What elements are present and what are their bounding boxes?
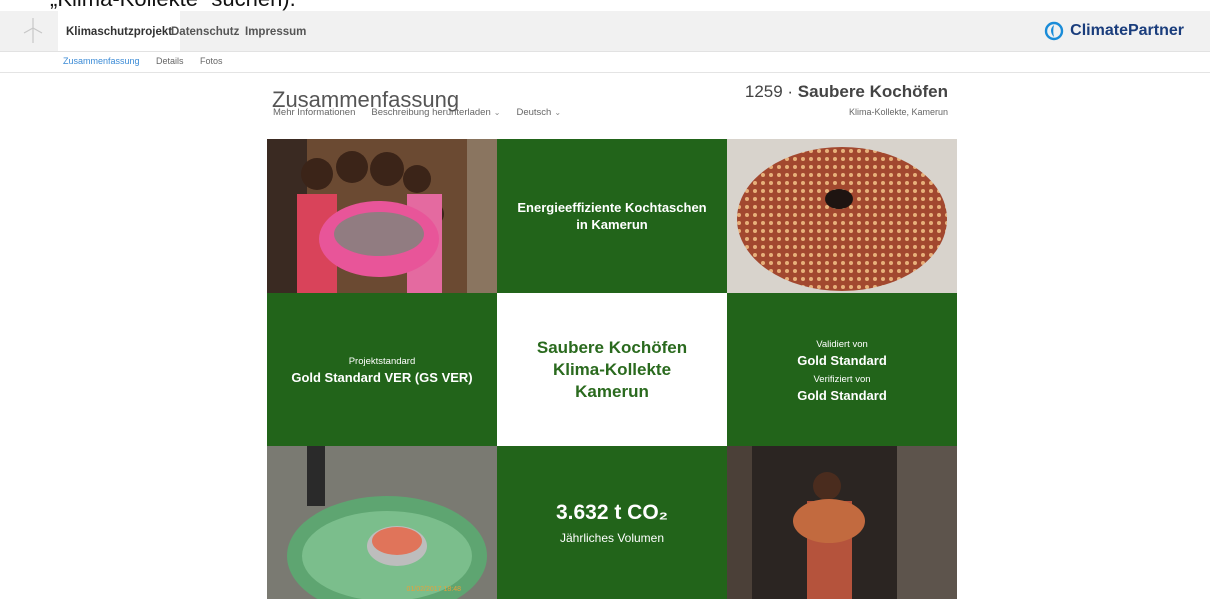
tab-datenschutz[interactable]: Datenschutz: [163, 11, 247, 51]
header-links: Mehr Informationen Beschreibung herunter…: [273, 107, 561, 118]
verified-value: Gold Standard: [797, 387, 887, 403]
subtab-fotos[interactable]: Fotos: [200, 56, 223, 66]
annual-volume-label: Jährliches Volumen: [559, 530, 665, 545]
photo-children-with-cooking-bag: [267, 139, 497, 293]
center-title-line2: Klima-Kollekte: [552, 359, 672, 379]
annual-volume-value: 3.632 t CO₂: [555, 500, 669, 524]
download-description-dropdown[interactable]: Beschreibung herunterladen ⌄: [371, 107, 500, 118]
photo-woman-with-cooking-bag: [727, 446, 957, 599]
download-description-label: Beschreibung herunterladen: [371, 107, 491, 118]
photo-cooking-pot: 01/02/2017 18:48: [267, 446, 497, 599]
brand-logo[interactable]: ClimatePartner: [1044, 19, 1184, 43]
language-dropdown[interactable]: Deutsch ⌄: [516, 107, 561, 118]
subtab-details[interactable]: Details: [156, 56, 184, 66]
photo-cooking-bag: [727, 139, 957, 293]
validated-label: Validiert von: [816, 338, 868, 350]
top-navigation-bar: Klimaschutzprojekt Datenschutz Impressum…: [0, 11, 1210, 52]
climatepartner-logo-icon: [1044, 21, 1064, 41]
project-name-tile: Saubere Kochöfen Klima-Kollekte Kamerun: [497, 293, 727, 446]
project-standard-tile: Projektstandard Gold Standard VER (GS VE…: [267, 293, 497, 446]
tab-klimaschutzprojekt[interactable]: Klimaschutzprojekt: [58, 11, 181, 51]
language-label: Deutsch: [516, 107, 552, 118]
sub-navigation-bar: Zusammenfassung Details Fotos: [0, 52, 1210, 73]
project-standard-label: Projektstandard: [348, 356, 416, 367]
wind-turbine-icon[interactable]: [20, 17, 46, 43]
chevron-down-icon: ⌄: [493, 108, 501, 117]
project-number: 1259 ·: [744, 82, 794, 101]
headline-tile: Energieeffiziente Kochtaschen in Kamerun: [497, 139, 727, 293]
project-name: Saubere Kochöfen: [797, 82, 948, 101]
verified-label: Verifiziert von: [813, 373, 871, 385]
project-tile-grid: Energieeffiziente Kochtaschen in Kamerun…: [267, 139, 957, 599]
center-title-line1: Saubere Kochöfen: [536, 337, 688, 357]
tab-impressum[interactable]: Impressum: [237, 11, 314, 51]
project-standard-value: Gold Standard VER (GS VER): [291, 370, 473, 385]
center-title-line3: Kamerun: [575, 381, 649, 401]
validation-tile: Validiert von Gold Standard Verifiziert …: [727, 293, 957, 446]
validated-value: Gold Standard: [797, 352, 887, 368]
annual-volume-tile: 3.632 t CO₂ Jährliches Volumen: [497, 446, 727, 599]
project-subtitle: Klima-Kollekte, Kamerun: [848, 107, 948, 117]
subtab-zusammenfassung[interactable]: Zusammenfassung: [63, 56, 140, 66]
headline-text: Energieeffiziente Kochtaschen in Kamerun: [517, 200, 707, 232]
brand-name: ClimatePartner: [1070, 22, 1184, 39]
chevron-down-icon: ⌄: [554, 108, 562, 117]
project-heading: 1259 · Saubere Kochöfen Klima-Kollekte, …: [745, 82, 948, 117]
more-info-link[interactable]: Mehr Informationen: [273, 107, 355, 118]
